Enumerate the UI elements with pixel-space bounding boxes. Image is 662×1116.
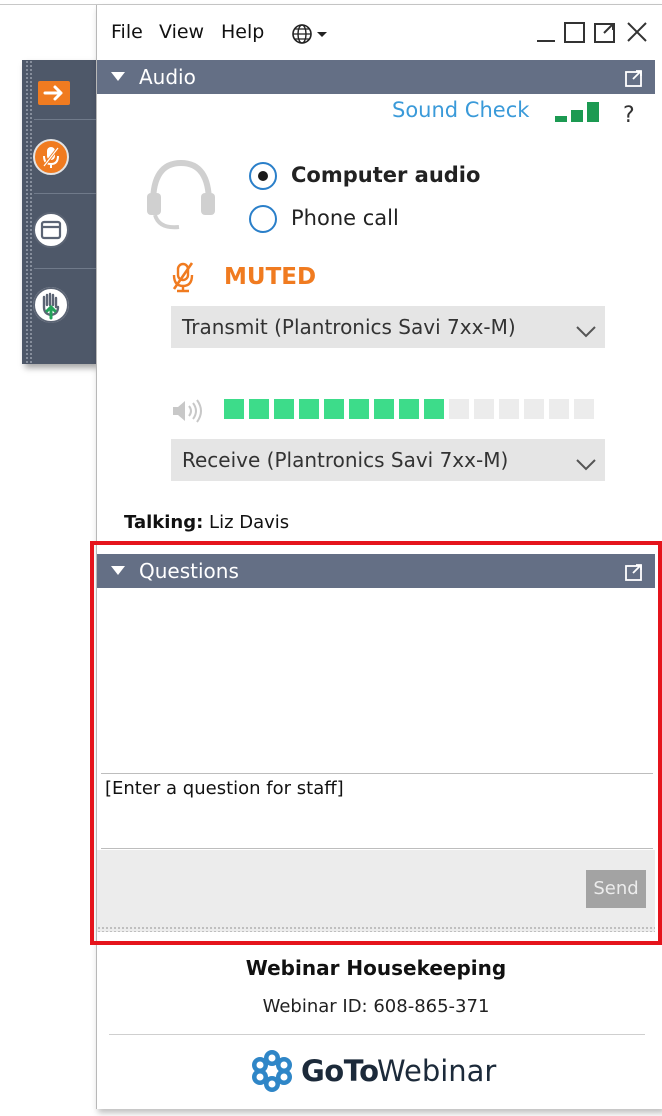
meter-segment	[399, 399, 419, 419]
question-input[interactable]: [Enter a question for staff]	[101, 773, 653, 849]
separator	[34, 268, 96, 269]
popout-icon	[625, 70, 642, 87]
muted-status: MUTED	[224, 264, 317, 290]
meter-segment	[274, 399, 294, 419]
close-button[interactable]	[625, 19, 649, 49]
headset-icon	[145, 157, 217, 239]
send-button[interactable]: Send	[586, 870, 646, 908]
meter-segment	[299, 399, 319, 419]
arrow-right-icon	[43, 85, 63, 101]
collapse-triangle-icon	[111, 566, 125, 575]
audio-popout-button[interactable]	[625, 68, 643, 92]
microphone-muted-icon	[171, 261, 195, 297]
menu-bar: File View Help	[97, 5, 662, 61]
menu-view[interactable]: View	[159, 21, 204, 43]
webinar-title: Webinar Housekeeping	[245, 956, 507, 980]
footer-divider	[109, 1034, 645, 1035]
audio-quality-icon	[555, 100, 605, 128]
questions-log	[97, 588, 655, 773]
meter-segment	[574, 399, 594, 419]
maximize-button[interactable]	[563, 19, 587, 49]
collapse-triangle-icon	[111, 72, 125, 81]
meter-segment	[499, 399, 519, 419]
language-button[interactable]	[291, 23, 335, 49]
meter-segment	[374, 399, 394, 419]
audio-help-button[interactable]: ?	[623, 103, 635, 128]
popout-icon	[594, 23, 615, 43]
gotowebinar-panel: File View Help Audio Sound Check ? Compu…	[96, 5, 662, 1109]
meter-segment	[349, 399, 369, 419]
receive-device-select[interactable]: Receive (Plantronics Savi 7xx-M)	[171, 439, 605, 481]
close-icon	[627, 22, 647, 42]
speaker-icon	[171, 398, 205, 428]
show-panel-button[interactable]	[33, 212, 69, 248]
gotowebinar-flower-icon	[252, 1050, 292, 1092]
popout-icon	[625, 564, 642, 581]
talking-name: Liz Davis	[209, 512, 290, 533]
chevron-down-icon	[575, 320, 597, 344]
window-icon	[40, 220, 62, 240]
mute-toggle-button[interactable]	[33, 139, 69, 175]
questions-footer	[97, 850, 655, 932]
phone-call-radio[interactable]	[249, 205, 277, 233]
meter-segment	[474, 399, 494, 419]
menu-file[interactable]: File	[111, 21, 143, 43]
separator	[34, 119, 96, 120]
meter-segment	[249, 399, 269, 419]
collapse-panel-button[interactable]	[38, 81, 70, 105]
audio-panel-header[interactable]: Audio	[97, 60, 655, 94]
questions-header-title: Questions	[139, 559, 239, 583]
meter-segment	[549, 399, 569, 419]
receive-device-value: Receive (Plantronics Savi 7xx-M)	[182, 448, 509, 472]
meter-segment	[424, 399, 444, 419]
talking-label: Talking:	[124, 512, 204, 533]
meter-segment	[524, 399, 544, 419]
raise-hand-button[interactable]	[33, 287, 69, 323]
menu-help[interactable]: Help	[221, 21, 264, 43]
speaker-level-meter	[224, 399, 594, 419]
minimize-icon	[537, 40, 555, 42]
meter-segment	[224, 399, 244, 419]
phone-call-label[interactable]: Phone call	[291, 206, 399, 230]
microphone-muted-icon	[42, 147, 60, 168]
chevron-down-icon	[575, 453, 597, 477]
separator	[34, 193, 96, 194]
globe-icon	[292, 24, 327, 44]
talking-indicator: Talking: Liz Davis	[124, 512, 289, 533]
brand-goto: GoTo	[301, 1054, 379, 1088]
computer-audio-label[interactable]: Computer audio	[291, 163, 480, 187]
minimize-button[interactable]	[535, 19, 557, 49]
raise-hand-icon	[33, 287, 69, 323]
maximize-icon	[564, 22, 585, 43]
sound-check-link[interactable]: Sound Check	[392, 98, 529, 122]
grab-handle[interactable]	[25, 60, 33, 364]
meter-segment	[324, 399, 344, 419]
transmit-device-value: Transmit (Plantronics Savi 7xx-M)	[182, 315, 516, 339]
resize-grip[interactable]	[97, 926, 655, 932]
transmit-device-select[interactable]: Transmit (Plantronics Savi 7xx-M)	[171, 306, 605, 348]
webinar-id: Webinar ID: 608-865-371	[262, 996, 490, 1017]
popout-button[interactable]	[593, 19, 617, 49]
meter-segment	[449, 399, 469, 419]
questions-popout-button[interactable]	[625, 562, 643, 586]
brand-webinar: Webinar	[377, 1054, 497, 1088]
audio-header-title: Audio	[139, 65, 196, 89]
computer-audio-radio[interactable]	[249, 162, 277, 190]
questions-panel-header[interactable]: Questions	[97, 554, 655, 588]
